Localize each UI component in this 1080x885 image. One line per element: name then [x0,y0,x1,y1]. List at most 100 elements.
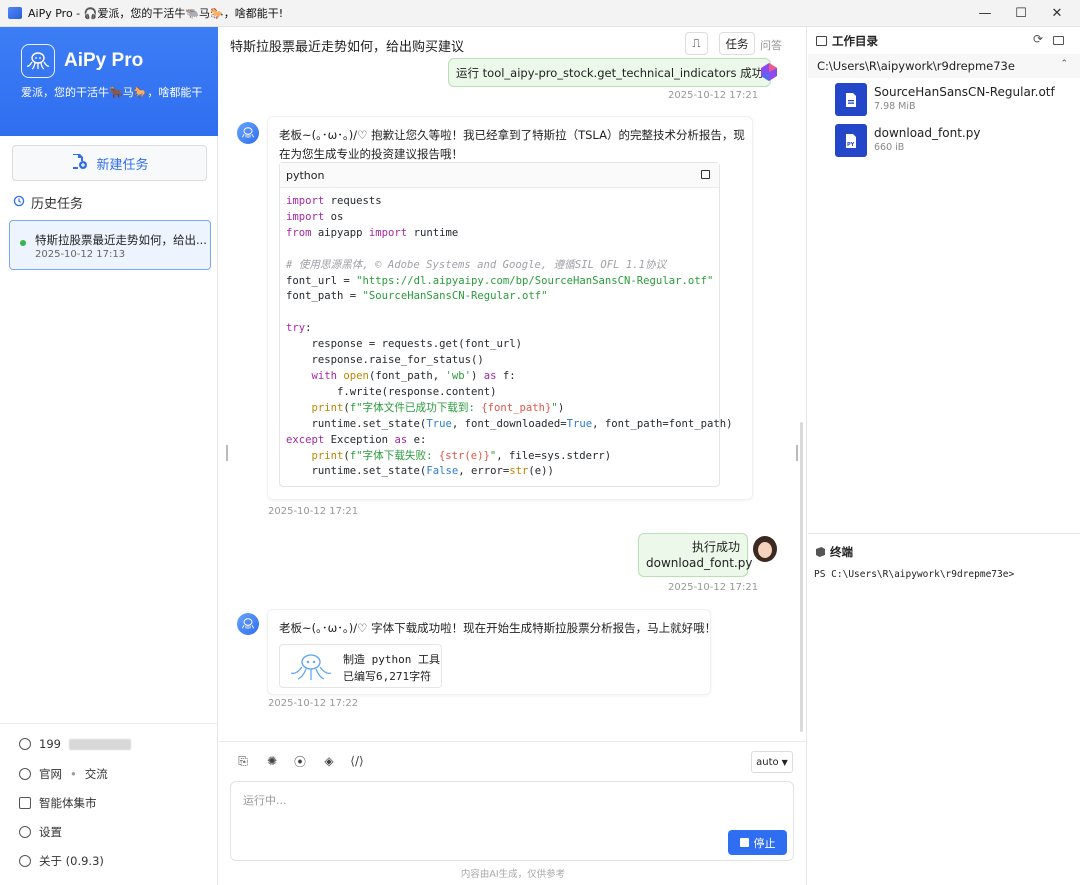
message-input[interactable]: 运行中... 停止 [230,781,794,861]
settings-item[interactable]: 设置 [19,824,62,840]
app-icon [8,7,22,19]
svg-text:PY: PY [847,142,855,148]
workdir-path[interactable]: C:\Users\R\aipywork\r9drepme73e ⌃ [808,54,1080,78]
new-task-icon [70,153,88,173]
octopus-tool-icon [289,652,333,685]
terminal-divider [808,533,1080,534]
running-status-dot [20,240,26,246]
chat-scrollbar[interactable] [800,422,803,732]
history-item-time: 2025-10-12 17:13 [35,249,126,260]
tab-task[interactable]: 任务 [719,32,755,55]
file-item[interactable]: SourceHanSansCN-Regular.otf 7.98 MiB [835,83,1075,119]
code-icon[interactable]: ⟨/⟩ [350,754,364,768]
code-language: python [286,168,325,182]
terminal-icon [816,547,825,557]
tab-qa[interactable]: 问答 [760,37,782,53]
bot-avatar [237,122,259,144]
sidebar: AiPy Pro 爱派，您的干活牛🐂马🐎，啥都能干 新建任务 历史任务 特斯拉股… [0,27,218,885]
bot-message-text: 老板~(｡･ω･｡)/♡ 抱歉让您久等啦！我已经拿到了特斯拉（TSLA）的完整技… [279,126,745,164]
new-task-button[interactable]: 新建任务 [12,145,207,181]
title-bar: AiPy Pro - 🎧爱派，您的干活牛🐃马🐎，啥都能干! — ☐ ✕ [0,0,1080,27]
history-item[interactable]: 特斯拉股票最近走势如何，给出... 2025-10-12 17:13 [9,220,211,270]
location-pin-icon[interactable]: ⦿ [293,754,307,769]
official-site-link[interactable]: 官网 [39,766,62,782]
market-icon [19,797,31,809]
settings-label: 设置 [39,825,62,839]
bot-message: 老板~(｡･ω･｡)/♡ 字体下载成功啦！现在开始生成特斯拉股票分析报告，马上就… [267,609,716,695]
app-avatar [759,62,779,82]
refresh-icon[interactable]: ⟳ [1033,32,1043,46]
chevron-up-icon: ⌃ [1060,59,1068,69]
new-task-label: 新建任务 [96,157,149,173]
input-placeholder: 运行中... [243,794,287,807]
exec-status: 执行成功 [691,540,740,554]
octopus-logo-icon [21,44,55,78]
user-icon [19,738,31,750]
minimize-button[interactable]: — [966,0,1004,27]
close-button[interactable]: ✕ [1038,0,1076,27]
brand-header: AiPy Pro 爱派，您的干活牛🐂马🐎，啥都能干 [0,27,218,136]
agent-market-label: 智能体集市 [39,796,97,810]
message-time: 2025-10-12 17:21 [268,506,359,517]
workdir-header: 工作目录 [816,33,878,49]
brand-name: AiPy Pro [64,50,144,71]
community-link[interactable]: 交流 [85,766,108,782]
tool-card-title: 制造 python 工具 [343,653,440,666]
terminal-prompt[interactable]: PS C:\Users\R\aipywork\r9drepme73e> [814,569,1014,580]
history-title: 历史任务 [31,197,84,212]
message-time: 2025-10-12 17:22 [268,698,359,709]
panel-resize-handle[interactable] [796,445,798,461]
account-number: 199 [39,737,61,751]
history-icon [13,195,25,211]
chat-header: 特斯拉股票最近走势如何，给出购买建议 ⎍ 任务 问答 [219,27,807,60]
code-content: import requests import os from aipyapp i… [286,195,733,478]
history-header: 历史任务 [13,193,83,212]
panel-resize-handle[interactable] [226,445,228,461]
ai-disclaimer: 内容由AI生成，仅供参考 [460,869,566,880]
chat-panel: 特斯拉股票最近走势如何，给出购买建议 ⎍ 任务 问答 运行 tool_aipy-… [219,27,807,885]
account-item[interactable]: 199 [19,737,131,751]
window-title: AiPy Pro - 🎧爱派，您的干活牛🐃马🐎，啥都能干! [28,7,284,20]
sidebar-footer: 199 官网 • 交流 智能体集市 设置 关于 (0.9.3) [0,723,218,868]
tag-icon[interactable]: ◈ [322,754,336,768]
terminal-header: 终端 [816,544,853,560]
folder-tree-icon [816,36,827,46]
tool-card-subtitle: 已编写6,271字符 [343,670,432,683]
open-folder-icon[interactable] [1053,36,1064,45]
about-item[interactable]: 关于 (0.9.3) [19,853,104,869]
copy-icon[interactable] [701,170,710,179]
maximize-button[interactable]: ☐ [1002,0,1040,27]
agent-market-item[interactable]: 智能体集市 [19,795,97,811]
globe-icon [19,768,31,780]
user-avatar [753,536,777,562]
message-time: 2025-10-12 17:21 [668,582,759,593]
info-icon [19,855,31,867]
tool-card[interactable]: 制造 python 工具 已编写6,271字符 [279,644,442,688]
share-icon: ⎍ [692,36,701,50]
about-label: 关于 (0.9.3) [39,854,104,868]
composer-divider [219,741,807,742]
file-item[interactable]: PY download_font.py 660 iB [835,124,1075,160]
link-separator: • [70,767,77,781]
history-item-label: 特斯拉股票最近走势如何，给出... [35,233,207,247]
stop-label: 停止 [753,836,776,850]
workdir-path-text: C:\Users\R\aipywork\r9drepme73e [817,59,1015,73]
code-header: python [280,163,719,188]
bot-message: 老板~(｡･ω･｡)/♡ 抱歉让您久等啦！我已经拿到了特斯拉（TSLA）的完整技… [267,116,753,500]
brand-slogan: 爱派，您的干活牛🐂马🐎，啥都能干 [21,86,203,99]
attach-icon[interactable]: ⎘ [236,754,250,768]
workdir-title: 工作目录 [832,34,878,48]
file-size: 7.98 MiB [874,101,916,112]
bot-text-line: 老板~(｡･ω･｡)/♡ 抱歉让您久等啦！我已经拿到了特斯拉（TSLA）的完整技… [279,128,745,142]
stop-button[interactable]: 停止 [728,830,787,855]
share-button[interactable]: ⎍ [685,32,708,55]
tool-result-bubble: 运行 tool_aipy-pro_stock.get_technical_ind… [448,58,772,87]
python-file-icon: PY [835,124,867,157]
otf-file-icon [835,83,867,116]
exec-file: download_font.py [646,556,753,570]
file-name: SourceHanSansCN-Regular.otf [874,85,1055,99]
chevron-down-icon: ▼ [781,757,788,767]
brain-icon[interactable]: ✺ [265,754,279,768]
file-size: 660 iB [874,142,905,153]
model-select[interactable]: auto ▼ [751,751,793,773]
